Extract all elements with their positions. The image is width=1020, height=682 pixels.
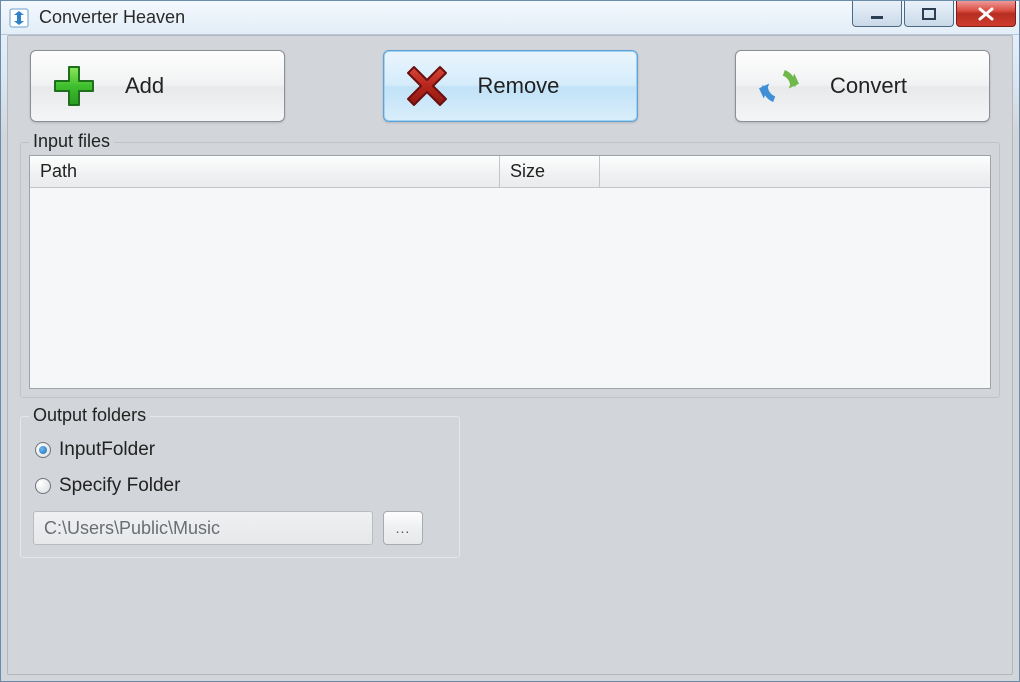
add-button[interactable]: Add <box>30 50 285 122</box>
browse-button[interactable]: ... <box>383 511 423 545</box>
input-files-legend: Input files <box>29 131 114 152</box>
remove-button-label: Remove <box>478 73 560 99</box>
radio-icon[interactable] <box>35 442 51 458</box>
app-icon <box>9 8 29 28</box>
column-header-empty <box>600 156 990 188</box>
radio-label: Specify Folder <box>59 475 180 497</box>
input-files-table[interactable]: Path Size <box>29 155 991 389</box>
maximize-button[interactable] <box>904 1 954 27</box>
column-header-size[interactable]: Size <box>500 156 600 188</box>
table-header: Path Size <box>30 156 990 188</box>
client-area: Add Remove <box>7 35 1013 675</box>
x-icon <box>404 63 450 109</box>
radio-label: InputFolder <box>59 439 155 461</box>
output-folders-legend: Output folders <box>29 405 150 426</box>
output-path-input[interactable] <box>33 511 373 545</box>
titlebar[interactable]: Converter Heaven <box>1 1 1019 35</box>
column-header-path[interactable]: Path <box>30 156 500 188</box>
radio-specify-folder[interactable]: Specify Folder <box>35 475 445 497</box>
window-title: Converter Heaven <box>39 7 185 28</box>
browse-button-label: ... <box>396 520 411 536</box>
convert-button[interactable]: Convert <box>735 50 990 122</box>
remove-button[interactable]: Remove <box>383 50 638 122</box>
app-window: Converter Heaven <box>0 0 1020 682</box>
input-files-group: Input files Path Size <box>20 142 1000 398</box>
window-buttons <box>852 1 1016 27</box>
table-body[interactable] <box>30 188 990 388</box>
output-folders-group: Output folders InputFolder Specify Folde… <box>20 416 460 558</box>
plus-icon <box>51 63 97 109</box>
radio-icon[interactable] <box>35 478 51 494</box>
convert-button-label: Convert <box>830 73 907 99</box>
radio-input-folder[interactable]: InputFolder <box>35 439 445 461</box>
minimize-button[interactable] <box>852 1 902 27</box>
add-button-label: Add <box>125 73 164 99</box>
refresh-icon <box>756 63 802 109</box>
toolbar: Add Remove <box>20 46 1000 136</box>
specify-path-row: ... <box>33 511 447 545</box>
close-button[interactable] <box>956 1 1016 27</box>
